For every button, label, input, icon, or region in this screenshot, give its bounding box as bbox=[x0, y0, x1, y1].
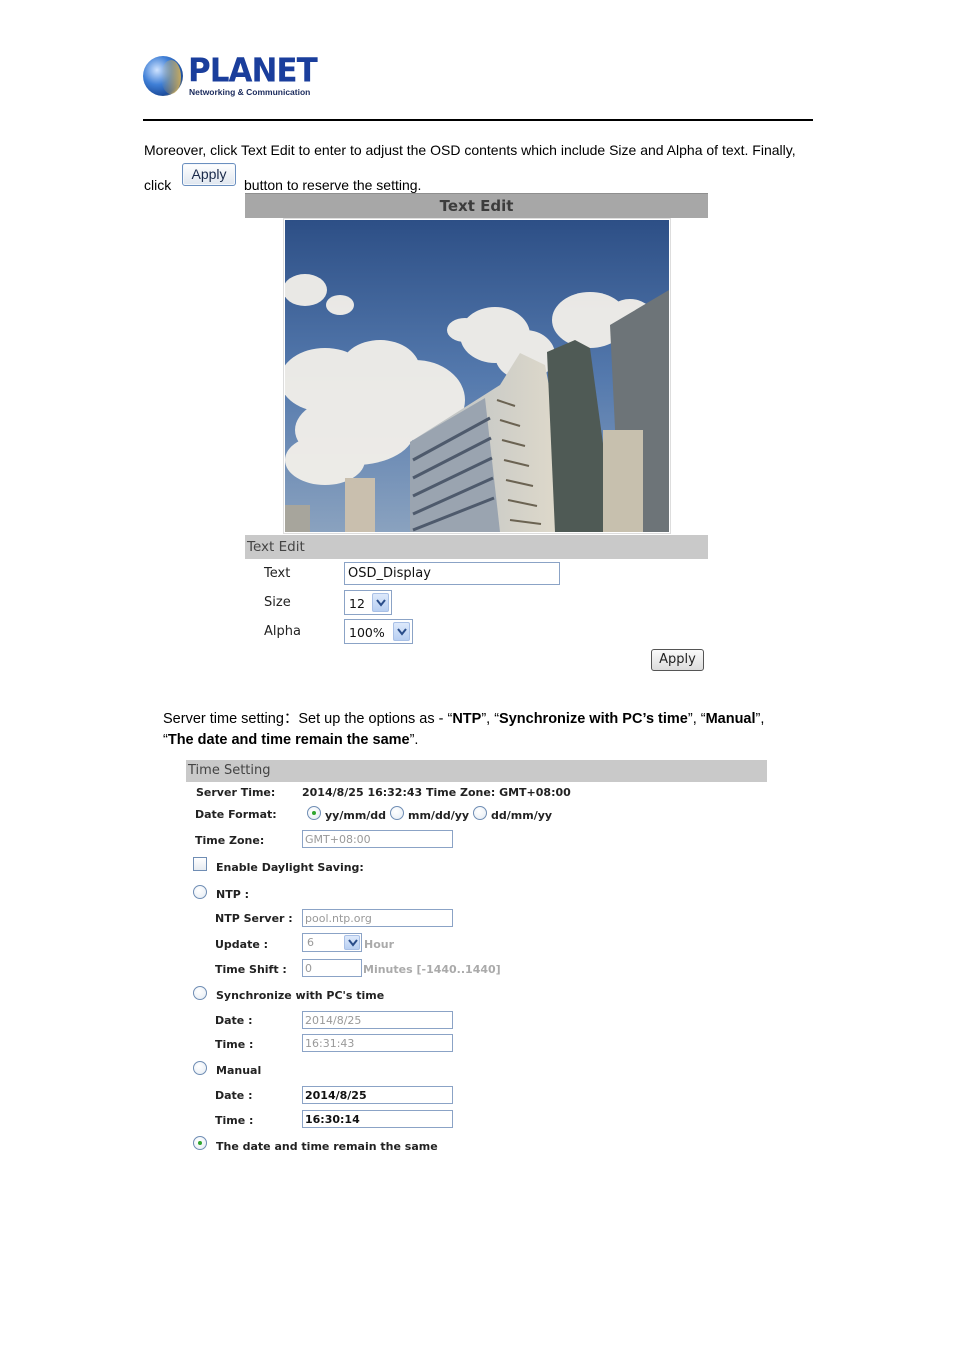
option-manual-text: Manual bbox=[705, 711, 756, 727]
inline-apply-button-image: Apply bbox=[182, 163, 236, 186]
sync-time-label: Time : bbox=[215, 1038, 254, 1051]
size-label: Size bbox=[264, 595, 291, 610]
manual-radio[interactable] bbox=[193, 1061, 207, 1075]
option-remain-text: The date and time remain the same bbox=[167, 732, 410, 748]
server-time-intro-line-2: “The date and time remain the same”. bbox=[163, 731, 418, 749]
quote-close: ”. bbox=[409, 732, 419, 748]
size-select[interactable]: 12 bbox=[344, 590, 392, 615]
separator: ”, “ bbox=[687, 711, 706, 727]
intro-line-2-suffix: button to reserve the setting. bbox=[244, 177, 422, 193]
option-sync-text: Synchronize with PC’s time bbox=[499, 711, 688, 727]
date-format-yymmdd-label: yy/mm/dd bbox=[325, 809, 387, 822]
update-interval-value: 6 bbox=[307, 936, 314, 949]
separator: ”, bbox=[755, 711, 765, 727]
remain-same-radio[interactable] bbox=[193, 1136, 207, 1150]
date-format-mmddyy-label: mm/dd/yy bbox=[408, 809, 470, 822]
server-time-label: Server Time: bbox=[196, 786, 276, 799]
chevron-down-icon[interactable] bbox=[344, 935, 360, 950]
intro-text: Server time setting：Set up the options a… bbox=[163, 711, 453, 727]
ntp-radio[interactable] bbox=[193, 885, 207, 899]
sync-pc-radio[interactable] bbox=[193, 986, 207, 1000]
globe-logo-icon bbox=[143, 56, 183, 96]
text-edit-title-bar: Text Edit bbox=[245, 193, 708, 218]
brand-name: PLANET bbox=[188, 52, 318, 90]
alpha-select-value: 100% bbox=[349, 625, 385, 640]
osd-text-input[interactable]: OSD_Display bbox=[344, 562, 560, 585]
ntp-server-input[interactable]: pool.ntp.org bbox=[302, 909, 453, 927]
manual-date-label: Date : bbox=[215, 1089, 253, 1102]
manual-time-input[interactable]: 16:30:14 bbox=[302, 1110, 453, 1128]
date-format-yymmdd-radio[interactable] bbox=[307, 806, 321, 820]
separator: ”, “ bbox=[481, 711, 500, 727]
manual-label: Manual bbox=[216, 1064, 262, 1077]
daylight-saving-checkbox[interactable] bbox=[193, 857, 207, 871]
sync-time-input[interactable]: 16:31:43 bbox=[302, 1034, 453, 1052]
sync-date-label: Date : bbox=[215, 1014, 253, 1027]
server-time-intro-line-1: Server time setting：Set up the options a… bbox=[163, 710, 764, 728]
manual-date-input[interactable]: 2014/8/25 bbox=[302, 1086, 453, 1104]
camera-preview-image bbox=[285, 220, 669, 532]
update-unit: Hour bbox=[364, 938, 395, 951]
text-label: Text bbox=[264, 566, 291, 581]
time-shift-label: Time Shift : bbox=[215, 963, 287, 976]
sync-pc-label: Synchronize with PC's time bbox=[216, 989, 385, 1002]
date-format-mmddyy-radio[interactable] bbox=[390, 806, 404, 820]
header-divider bbox=[143, 119, 813, 121]
update-interval-select[interactable]: 6 bbox=[302, 933, 362, 952]
alpha-label: Alpha bbox=[264, 624, 301, 639]
ntp-server-label: NTP Server : bbox=[215, 912, 293, 925]
time-shift-unit: Minutes [-1440..1440] bbox=[363, 963, 501, 976]
time-zone-label: Time Zone: bbox=[195, 834, 265, 847]
server-time-value: 2014/8/25 16:32:43 Time Zone: GMT+08:00 bbox=[302, 786, 571, 799]
alpha-select[interactable]: 100% bbox=[344, 619, 413, 644]
date-format-ddmmyy-radio[interactable] bbox=[473, 806, 487, 820]
text-edit-section-header: Text Edit bbox=[245, 535, 708, 559]
chevron-down-icon[interactable] bbox=[393, 622, 410, 641]
apply-button[interactable]: Apply bbox=[651, 649, 704, 671]
brand-tagline: Networking & Communication bbox=[189, 87, 311, 97]
remain-same-label: The date and time remain the same bbox=[216, 1140, 438, 1153]
date-format-label: Date Format: bbox=[195, 808, 277, 821]
intro-line-2-prefix: click bbox=[144, 177, 172, 193]
time-zone-input[interactable]: GMT+08:00 bbox=[302, 830, 453, 848]
option-ntp-text: NTP bbox=[452, 711, 482, 727]
intro-line-1: Moreover, click Text Edit to enter to ad… bbox=[144, 142, 796, 158]
update-label: Update : bbox=[215, 938, 269, 951]
date-format-ddmmyy-label: dd/mm/yy bbox=[491, 809, 553, 822]
daylight-saving-label: Enable Daylight Saving: bbox=[216, 861, 364, 874]
sync-date-input[interactable]: 2014/8/25 bbox=[302, 1011, 453, 1029]
camera-preview bbox=[283, 218, 671, 534]
planet-logo: PLANET Networking & Communication bbox=[143, 52, 318, 100]
manual-time-label: Time : bbox=[215, 1114, 254, 1127]
size-select-value: 12 bbox=[349, 596, 365, 611]
chevron-down-icon[interactable] bbox=[372, 593, 389, 612]
ntp-label: NTP : bbox=[216, 888, 249, 901]
time-setting-header: Time Setting bbox=[186, 760, 767, 782]
time-shift-input[interactable]: 0 bbox=[302, 959, 362, 977]
